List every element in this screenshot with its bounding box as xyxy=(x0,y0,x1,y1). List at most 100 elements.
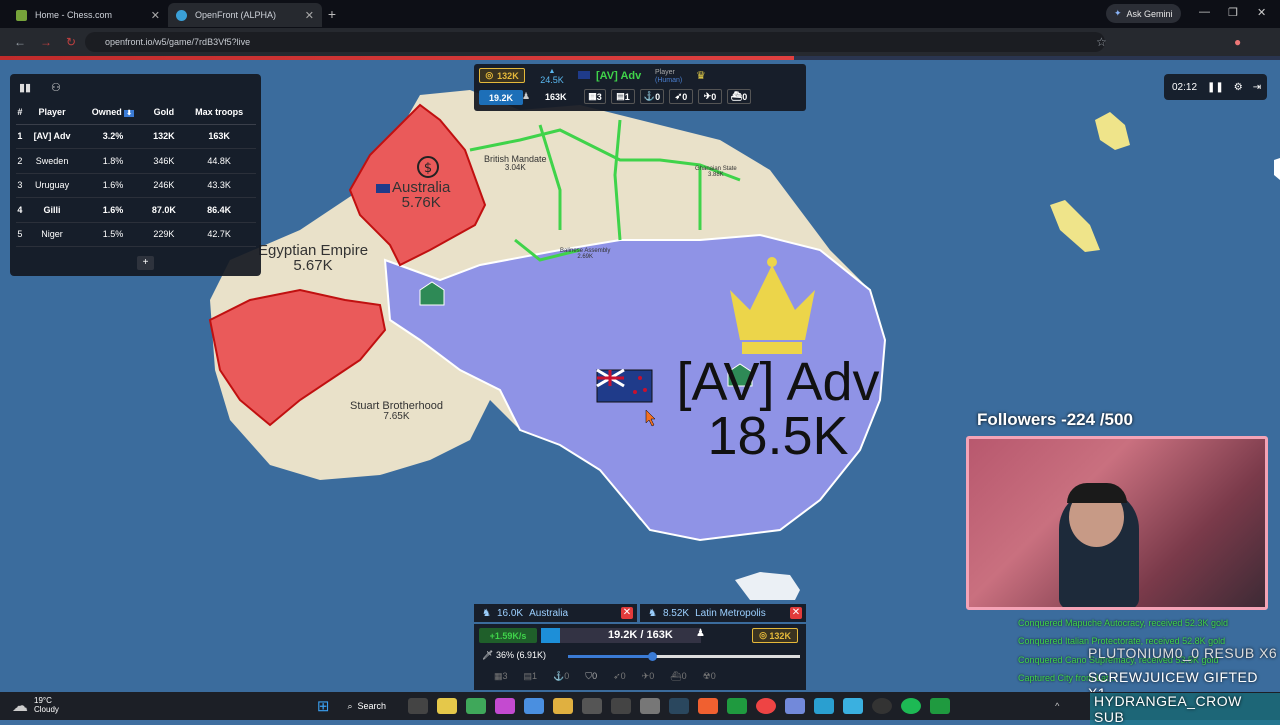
chess-favicon-icon xyxy=(16,9,27,21)
close-tab-icon[interactable]: ✕ xyxy=(305,9,314,22)
sam-count[interactable]: ✈ 0 xyxy=(698,89,722,104)
file-explorer-icon[interactable] xyxy=(553,698,574,714)
chevron-up-icon[interactable]: ^ xyxy=(1055,701,1059,711)
expand-leaderboard-button[interactable]: + xyxy=(137,256,154,270)
build-warship[interactable]: ⛴0 xyxy=(670,671,686,682)
minimize-icon[interactable]: — xyxy=(1199,6,1210,18)
obs-icon[interactable] xyxy=(872,698,893,714)
restore-icon[interactable]: ❐ xyxy=(1228,6,1238,19)
gold-pill: ◎ 132K xyxy=(479,68,525,83)
cancel-attack-button[interactable]: ✕ xyxy=(621,607,633,619)
spotify-icon[interactable] xyxy=(901,698,922,714)
player-type: Player (Human) xyxy=(655,69,683,84)
attack-ratio-label: 🗡 36% (6.91K) xyxy=(482,650,546,660)
bookmark-star-icon[interactable]: ☆ xyxy=(1096,35,1107,49)
xbox-icon[interactable] xyxy=(727,698,748,714)
col-gold[interactable]: Gold xyxy=(145,100,183,125)
col-rank: # xyxy=(16,100,24,125)
build-city[interactable]: ▦3 xyxy=(494,671,508,682)
leaderboard-panel: ▮▮ ⚇ # Player Owned ⬇ Gold Max troops 1[… xyxy=(10,74,261,276)
port-count[interactable]: ⚓ 0 xyxy=(640,89,664,104)
attack-australia[interactable]: ♞ 16.0K Australia ✕ xyxy=(474,604,637,622)
url-field[interactable]: openfront.io/w5/game/7rdB3Vf5?live xyxy=(85,32,1105,52)
chrome-icon[interactable] xyxy=(756,698,777,714)
brave-icon[interactable] xyxy=(698,698,719,714)
col-owned[interactable]: Owned ⬇ xyxy=(80,100,146,125)
app-icon[interactable] xyxy=(640,698,661,714)
xbox-icon[interactable] xyxy=(930,698,951,714)
city-count[interactable]: ▦ 3 xyxy=(584,89,606,104)
crown-icon: ♛ xyxy=(696,70,706,82)
build-port[interactable]: ⚓0 xyxy=(553,671,569,682)
table-row[interactable]: 2 Sweden 1.8% 346K 44.8K xyxy=(16,148,256,174)
weather-widget[interactable]: 19°C Cloudy xyxy=(34,696,59,715)
island-far xyxy=(1274,158,1280,180)
tab-label: OpenFront (ALPHA) xyxy=(195,10,277,20)
sticky-notes-icon[interactable] xyxy=(437,698,458,714)
task-view-icon[interactable] xyxy=(408,698,429,714)
attack-ratio-slider[interactable] xyxy=(568,652,800,661)
build-missile[interactable]: ➶0 xyxy=(613,671,626,682)
app-icon[interactable] xyxy=(582,698,603,714)
discord-icon[interactable] xyxy=(785,698,806,714)
build-defense[interactable]: ⛉0 xyxy=(585,671,597,682)
gear-icon[interactable]: ⚙ xyxy=(1234,82,1243,93)
followers-goal: Followers -224 /500 xyxy=(977,410,1133,429)
bar-chart-icon[interactable]: ▮▮ xyxy=(19,81,33,94)
team-icon[interactable]: ⚇ xyxy=(51,81,65,94)
profile-avatar-icon[interactable]: ● xyxy=(1234,35,1241,49)
game-timer-panel: 02:12 ❚❚ ⚙ ⇥ xyxy=(1164,74,1267,100)
reload-icon[interactable]: ↻ xyxy=(66,35,76,49)
table-row[interactable]: 3 Uruguay 1.6% 246K 43.3K xyxy=(16,173,256,198)
taskbar-search[interactable]: ⌕ Search xyxy=(347,701,386,712)
slider-handle[interactable] xyxy=(647,652,657,661)
app-icon[interactable] xyxy=(814,698,835,714)
ask-gemini-label: Ask Gemini xyxy=(1126,8,1173,19)
exit-icon[interactable]: ⇥ xyxy=(1253,82,1261,93)
soldier-icon: ♟ xyxy=(696,628,705,639)
soldier-icon: ♟ xyxy=(522,91,531,101)
app-icon[interactable] xyxy=(611,698,632,714)
factory-count[interactable]: ▤ 1 xyxy=(611,89,635,104)
table-row[interactable]: 5 Niger 1.5% 229K 42.7K xyxy=(16,222,256,247)
close-tab-icon[interactable]: ✕ xyxy=(151,9,160,22)
app-icon[interactable] xyxy=(843,698,864,714)
au-flag-icon xyxy=(376,184,390,193)
back-icon[interactable]: ← xyxy=(14,35,26,49)
openfront-favicon-icon xyxy=(176,9,187,21)
col-max-troops[interactable]: Max troops xyxy=(182,100,256,125)
tab-label: Home - Chess.com xyxy=(35,10,113,20)
svg-text:$: $ xyxy=(424,161,432,176)
table-row[interactable]: 4 Gilli 1.6% 87.0K 86.4K xyxy=(16,197,256,223)
missile-count[interactable]: ➶ 0 xyxy=(669,89,693,104)
sub-alert: HYDRANGEA_CROW SUB xyxy=(1090,693,1280,725)
steam-icon[interactable] xyxy=(669,698,690,714)
build-atom[interactable]: ☢0 xyxy=(703,671,716,682)
troop-rate: ▲ 24.5K xyxy=(538,68,566,85)
windows-start-icon[interactable]: ⊞ xyxy=(317,697,330,715)
window-close-icon[interactable]: ✕ xyxy=(1257,6,1266,19)
build-sam[interactable]: ✈0 xyxy=(642,671,655,682)
app-icon[interactable] xyxy=(466,698,487,714)
ask-gemini-button[interactable]: ✦ Ask Gemini xyxy=(1106,4,1181,23)
control-panel: +1.59K/s 19.2K / 163K ♟ ◎ 132K 🗡 36% (6.… xyxy=(474,624,806,690)
island-east xyxy=(1050,200,1100,252)
max-troops-label: 163K xyxy=(545,92,567,102)
sub-alert: PLUTONIUM0_0 RESUB X6 xyxy=(1088,645,1278,661)
leaderboard-table: # Player Owned ⬇ Gold Max troops 1 [AV] A… xyxy=(16,100,256,247)
table-row[interactable]: 1 [AV] Adv 3.2% 132K 163K xyxy=(16,124,256,149)
build-factory[interactable]: ▤1 xyxy=(524,671,538,682)
windows-taskbar: ☁ 19°C Cloudy ⊞ ⌕ Search ^ xyxy=(0,692,1280,720)
warship-count[interactable]: ⛴ 0 xyxy=(727,89,751,104)
tab-chess[interactable]: Home - Chess.com ✕ xyxy=(8,3,168,27)
app-icon[interactable] xyxy=(524,698,545,714)
player-name-label: [AV] Adv xyxy=(578,70,641,82)
tab-openfront[interactable]: OpenFront (ALPHA) ✕ xyxy=(168,3,322,27)
pause-icon[interactable]: ❚❚ xyxy=(1207,82,1224,93)
app-icon[interactable] xyxy=(495,698,516,714)
cancel-attack-button[interactable]: ✕ xyxy=(790,607,802,619)
attack-latin-metropolis[interactable]: ♞ 8.52K Latin Metropolis ✕ xyxy=(640,604,806,622)
browser-tab-strip: Home - Chess.com ✕ OpenFront (ALPHA) ✕ +… xyxy=(0,0,1280,28)
forward-icon[interactable]: → xyxy=(40,35,52,49)
new-tab-button[interactable]: + xyxy=(322,6,342,22)
